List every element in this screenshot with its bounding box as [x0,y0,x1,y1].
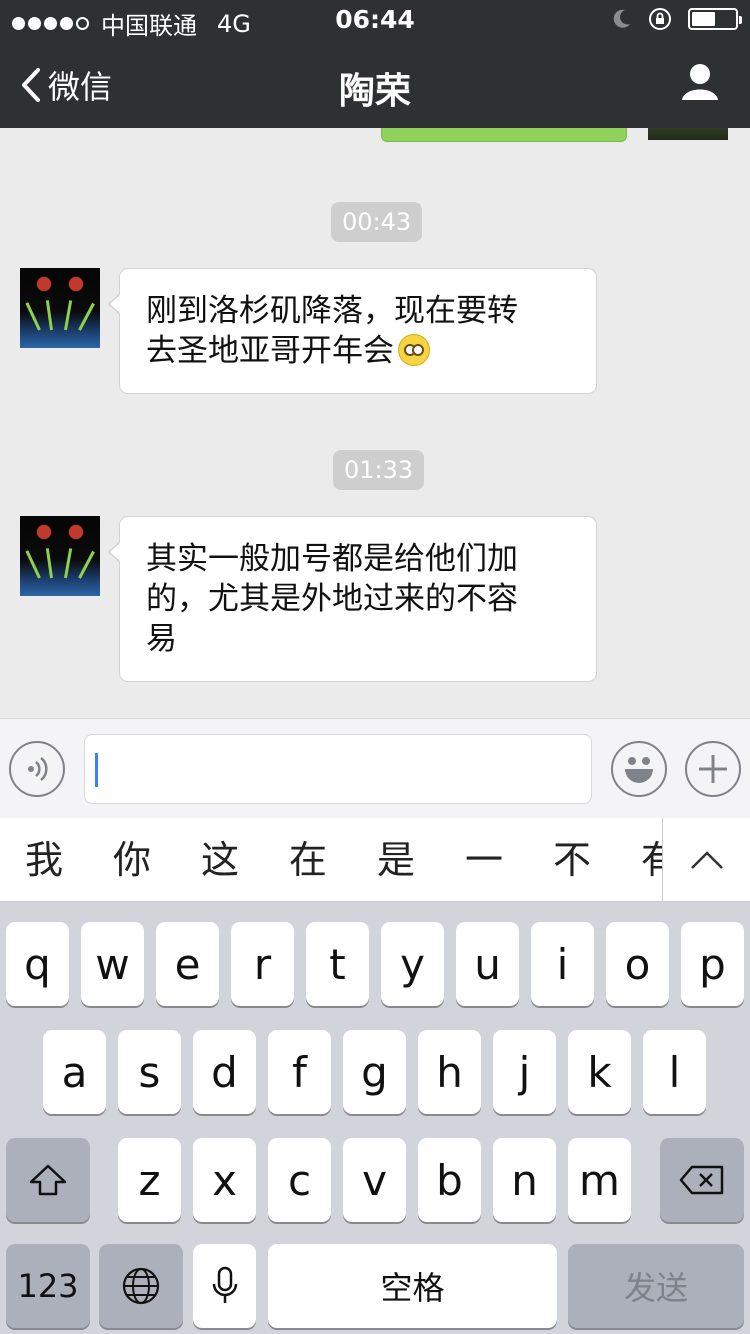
key-o[interactable]: o [606,922,669,1006]
key-r[interactable]: r [231,922,294,1006]
keyboard: q w e r t y u i o p a s d f g h j k l z … [0,902,750,1334]
message-text-line: 易 [146,621,177,657]
key-w[interactable]: w [81,922,144,1006]
smile-emoji-icon [398,334,430,366]
key-c[interactable]: c [268,1138,331,1222]
battery-icon [688,8,742,30]
key-j[interactable]: j [493,1030,556,1114]
candidate-word[interactable]: 有 [616,818,662,902]
chat-title: 陶荣 [338,71,411,112]
key-a[interactable]: a [43,1030,106,1114]
key-b[interactable]: b [418,1138,481,1222]
dictation-key[interactable] [193,1244,256,1328]
text-caret [95,753,98,787]
key-x[interactable]: x [193,1138,256,1222]
candidate-word[interactable]: 在 [264,818,352,902]
key-p[interactable]: p [681,922,744,1006]
contact-avatar[interactable] [20,516,100,596]
key-u[interactable]: u [456,922,519,1006]
key-y[interactable]: y [381,922,444,1006]
key-h[interactable]: h [418,1030,481,1114]
emoji-face-icon [625,757,653,783]
rotation-lock-icon [649,8,671,30]
globe-icon [122,1267,160,1305]
key-i[interactable]: i [531,922,594,1006]
voice-button[interactable] [9,741,65,797]
moon-icon [613,9,630,28]
message-text-line: 的，尤其是外地过来的不容 [146,581,518,617]
candidate-word[interactable]: 一 [440,818,528,902]
message-input[interactable] [84,734,592,804]
profile-button[interactable] [680,62,720,106]
message-timestamp: 01:33 [333,450,425,490]
ime-candidate-bar: 我 你 这 在 是 一 不 有 [0,818,750,902]
key-m[interactable]: m [568,1138,631,1222]
previous-sent-bubble [381,128,627,142]
more-button[interactable] [685,741,741,797]
key-q[interactable]: q [6,922,69,1006]
microphone-icon [212,1266,237,1303]
message-text-line: 刚到洛杉矶降落，现在要转 [146,293,518,329]
chevron-up-icon [690,851,723,869]
candidate-word[interactable]: 你 [88,818,176,902]
contact-avatar[interactable] [20,268,100,348]
key-f[interactable]: f [268,1030,331,1114]
globe-key[interactable] [99,1244,183,1328]
shift-icon [29,1164,67,1196]
candidate-word[interactable]: 不 [528,818,616,902]
key-d[interactable]: d [193,1030,256,1114]
key-g[interactable]: g [343,1030,406,1114]
key-e[interactable]: e [156,922,219,1006]
voice-icon [28,757,48,781]
message-timestamp: 00:43 [331,202,423,242]
top-bar: 中国联通 4G 06:44 微信 陶荣 [0,0,750,128]
previous-avatar [648,128,728,140]
candidate-word[interactable]: 我 [0,818,88,902]
numbers-key[interactable]: 123 [6,1244,90,1328]
backspace-key[interactable] [660,1138,744,1222]
nav-bar: 微信 陶荣 [0,40,750,128]
key-n[interactable]: n [493,1138,556,1222]
candidate-word[interactable]: 是 [352,818,440,902]
message-text-line: 其实一般加号都是给他们加 [146,541,518,577]
send-key[interactable]: 发送 [568,1244,744,1328]
candidate-word[interactable]: 这 [176,818,264,902]
key-k[interactable]: k [568,1030,631,1114]
key-s[interactable]: s [118,1030,181,1114]
message-bubble[interactable]: 其实一般加号都是给他们加 的，尤其是外地过来的不容 易 [108,516,597,682]
person-icon [682,64,718,100]
backspace-icon [679,1165,724,1195]
message-list[interactable]: 00:43 刚到洛杉矶降落，现在要转 去圣地亚哥开年会 01:33 其实一般加号… [0,128,750,718]
chat-input-bar [0,718,750,818]
plus-icon [699,755,727,783]
message-text-line: 去圣地亚哥开年会 [146,333,394,369]
message-bubble[interactable]: 刚到洛杉矶降落，现在要转 去圣地亚哥开年会 [108,268,597,394]
key-z[interactable]: z [118,1138,181,1222]
space-key[interactable]: 空格 [268,1244,557,1328]
key-l[interactable]: l [643,1030,706,1114]
key-v[interactable]: v [343,1138,406,1222]
shift-key[interactable] [6,1138,90,1222]
emoji-button[interactable] [611,741,667,797]
expand-candidates-button[interactable] [662,818,750,902]
status-bar: 中国联通 4G 06:44 [0,0,750,40]
key-t[interactable]: t [306,922,369,1006]
